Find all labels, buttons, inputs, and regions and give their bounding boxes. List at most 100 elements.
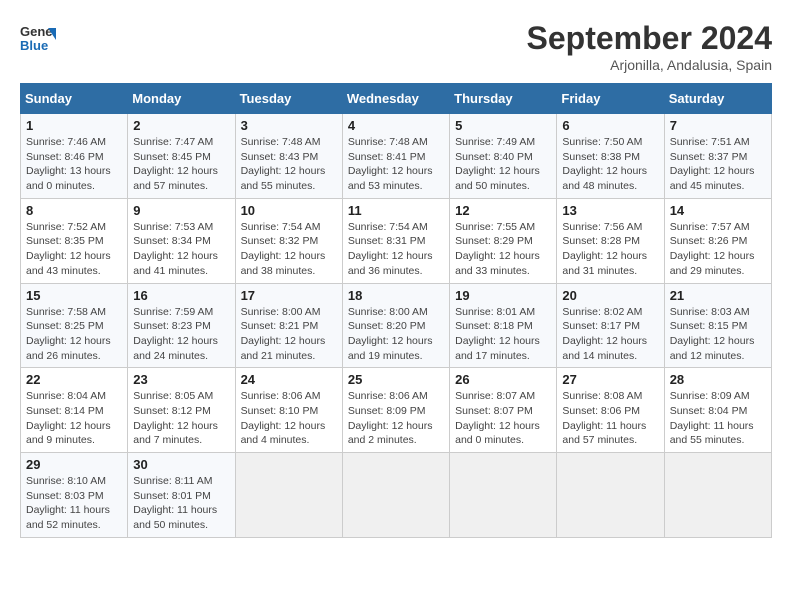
calendar-cell bbox=[235, 453, 342, 538]
calendar-cell: 24Sunrise: 8:06 AM Sunset: 8:10 PM Dayli… bbox=[235, 368, 342, 453]
calendar-cell: 2 Sunrise: 7:47 AM Sunset: 8:45 PM Daylig… bbox=[128, 114, 235, 199]
day-info: Sunrise: 7:53 AM Sunset: 8:34 PM Dayligh… bbox=[133, 220, 229, 279]
day-info: Sunrise: 7:47 AM Sunset: 8:45 PM Dayligh… bbox=[133, 135, 229, 194]
calendar-cell: 15 Sunrise: 7:58 AM Sunset: 8:25 PM Dayli… bbox=[21, 283, 128, 368]
day-number: 15 bbox=[26, 288, 122, 303]
day-info: Sunrise: 8:07 AM Sunset: 8:07 PM Dayligh… bbox=[455, 389, 551, 448]
calendar-cell: 9 Sunrise: 7:53 AM Sunset: 8:34 PM Daylig… bbox=[128, 198, 235, 283]
day-number: 4 bbox=[348, 118, 444, 133]
calendar-cell: 11Sunrise: 7:54 AM Sunset: 8:31 PM Dayli… bbox=[342, 198, 449, 283]
day-info: Sunrise: 7:59 AM Sunset: 8:23 PM Dayligh… bbox=[133, 305, 229, 364]
calendar-cell: 19 Sunrise: 8:01 AM Sunset: 8:18 PM Dayli… bbox=[450, 283, 557, 368]
calendar-cell bbox=[557, 453, 664, 538]
calendar-cell bbox=[342, 453, 449, 538]
day-number: 24 bbox=[241, 372, 337, 387]
title-section: September 2024 Arjonilla, Andalusia, Spa… bbox=[527, 20, 772, 73]
calendar-cell: 4 Sunrise: 7:48 AM Sunset: 8:41 PM Daylig… bbox=[342, 114, 449, 199]
day-number: 1 bbox=[26, 118, 122, 133]
day-info: Sunrise: 8:11 AM Sunset: 8:01 PM Dayligh… bbox=[133, 474, 229, 533]
calendar-cell: 14 Sunrise: 7:57 AM Sunset: 8:26 PM Dayli… bbox=[664, 198, 771, 283]
day-number: 3 bbox=[241, 118, 337, 133]
day-info: Sunrise: 8:01 AM Sunset: 8:18 PM Dayligh… bbox=[455, 305, 551, 364]
day-info: Sunrise: 7:48 AM Sunset: 8:43 PM Dayligh… bbox=[241, 135, 337, 194]
day-number: 26 bbox=[455, 372, 551, 387]
calendar-week-2: 8Sunrise: 7:52 AM Sunset: 8:35 PM Daylig… bbox=[21, 198, 772, 283]
day-info: Sunrise: 8:00 AM Sunset: 8:21 PM Dayligh… bbox=[241, 305, 337, 364]
calendar-cell: 3 Sunrise: 7:48 AM Sunset: 8:43 PM Daylig… bbox=[235, 114, 342, 199]
day-number: 23 bbox=[133, 372, 229, 387]
day-info: Sunrise: 8:02 AM Sunset: 8:17 PM Dayligh… bbox=[562, 305, 658, 364]
header: General Blue September 2024 Arjonilla, A… bbox=[20, 20, 772, 73]
calendar-cell: 26 Sunrise: 8:07 AM Sunset: 8:07 PM Dayli… bbox=[450, 368, 557, 453]
day-number: 18 bbox=[348, 288, 444, 303]
weekday-header-tuesday: Tuesday bbox=[235, 84, 342, 114]
day-number: 5 bbox=[455, 118, 551, 133]
day-info: Sunrise: 7:58 AM Sunset: 8:25 PM Dayligh… bbox=[26, 305, 122, 364]
day-number: 13 bbox=[562, 203, 658, 218]
day-number: 14 bbox=[670, 203, 766, 218]
day-info: Sunrise: 8:08 AM Sunset: 8:06 PM Dayligh… bbox=[562, 389, 658, 448]
calendar-table: SundayMondayTuesdayWednesdayThursdayFrid… bbox=[20, 83, 772, 538]
calendar-title: September 2024 bbox=[527, 20, 772, 57]
day-info: Sunrise: 7:52 AM Sunset: 8:35 PM Dayligh… bbox=[26, 220, 122, 279]
day-number: 17 bbox=[241, 288, 337, 303]
calendar-cell: 30 Sunrise: 8:11 AM Sunset: 8:01 PM Dayli… bbox=[128, 453, 235, 538]
day-info: Sunrise: 7:49 AM Sunset: 8:40 PM Dayligh… bbox=[455, 135, 551, 194]
calendar-subtitle: Arjonilla, Andalusia, Spain bbox=[527, 57, 772, 73]
weekday-header-thursday: Thursday bbox=[450, 84, 557, 114]
day-number: 30 bbox=[133, 457, 229, 472]
day-info: Sunrise: 8:10 AM Sunset: 8:03 PM Dayligh… bbox=[26, 474, 122, 533]
calendar-cell: 6 Sunrise: 7:50 AM Sunset: 8:38 PM Daylig… bbox=[557, 114, 664, 199]
weekday-header-sunday: Sunday bbox=[21, 84, 128, 114]
day-number: 29 bbox=[26, 457, 122, 472]
calendar-cell: 27 Sunrise: 8:08 AM Sunset: 8:06 PM Dayli… bbox=[557, 368, 664, 453]
day-number: 6 bbox=[562, 118, 658, 133]
day-number: 19 bbox=[455, 288, 551, 303]
day-info: Sunrise: 8:06 AM Sunset: 8:09 PM Dayligh… bbox=[348, 389, 444, 448]
calendar-cell: 23Sunrise: 8:05 AM Sunset: 8:12 PM Dayli… bbox=[128, 368, 235, 453]
calendar-cell: 10 Sunrise: 7:54 AM Sunset: 8:32 PM Dayli… bbox=[235, 198, 342, 283]
day-number: 2 bbox=[133, 118, 229, 133]
calendar-cell: 21Sunrise: 8:03 AM Sunset: 8:15 PM Dayli… bbox=[664, 283, 771, 368]
day-number: 27 bbox=[562, 372, 658, 387]
day-info: Sunrise: 7:54 AM Sunset: 8:32 PM Dayligh… bbox=[241, 220, 337, 279]
calendar-cell: 20Sunrise: 8:02 AM Sunset: 8:17 PM Dayli… bbox=[557, 283, 664, 368]
day-number: 28 bbox=[670, 372, 766, 387]
day-info: Sunrise: 7:55 AM Sunset: 8:29 PM Dayligh… bbox=[455, 220, 551, 279]
calendar-cell: 22Sunrise: 8:04 AM Sunset: 8:14 PM Dayli… bbox=[21, 368, 128, 453]
logo: General Blue bbox=[20, 20, 56, 56]
day-info: Sunrise: 8:09 AM Sunset: 8:04 PM Dayligh… bbox=[670, 389, 766, 448]
day-number: 9 bbox=[133, 203, 229, 218]
day-info: Sunrise: 7:48 AM Sunset: 8:41 PM Dayligh… bbox=[348, 135, 444, 194]
weekday-header-monday: Monday bbox=[128, 84, 235, 114]
calendar-week-5: 29 Sunrise: 8:10 AM Sunset: 8:03 PM Dayli… bbox=[21, 453, 772, 538]
calendar-week-3: 15 Sunrise: 7:58 AM Sunset: 8:25 PM Dayli… bbox=[21, 283, 772, 368]
calendar-week-1: 1Sunrise: 7:46 AM Sunset: 8:46 PM Daylig… bbox=[21, 114, 772, 199]
calendar-cell: 7Sunrise: 7:51 AM Sunset: 8:37 PM Daylig… bbox=[664, 114, 771, 199]
calendar-cell: 28 Sunrise: 8:09 AM Sunset: 8:04 PM Dayli… bbox=[664, 368, 771, 453]
weekday-header-wednesday: Wednesday bbox=[342, 84, 449, 114]
day-info: Sunrise: 7:51 AM Sunset: 8:37 PM Dayligh… bbox=[670, 135, 766, 194]
day-info: Sunrise: 7:50 AM Sunset: 8:38 PM Dayligh… bbox=[562, 135, 658, 194]
day-number: 22 bbox=[26, 372, 122, 387]
weekday-header-friday: Friday bbox=[557, 84, 664, 114]
calendar-cell: 29 Sunrise: 8:10 AM Sunset: 8:03 PM Dayli… bbox=[21, 453, 128, 538]
day-info: Sunrise: 8:00 AM Sunset: 8:20 PM Dayligh… bbox=[348, 305, 444, 364]
calendar-cell: 8Sunrise: 7:52 AM Sunset: 8:35 PM Daylig… bbox=[21, 198, 128, 283]
day-number: 12 bbox=[455, 203, 551, 218]
calendar-cell bbox=[450, 453, 557, 538]
calendar-cell bbox=[664, 453, 771, 538]
calendar-week-4: 22Sunrise: 8:04 AM Sunset: 8:14 PM Dayli… bbox=[21, 368, 772, 453]
weekday-header-saturday: Saturday bbox=[664, 84, 771, 114]
calendar-cell: 16Sunrise: 7:59 AM Sunset: 8:23 PM Dayli… bbox=[128, 283, 235, 368]
day-number: 10 bbox=[241, 203, 337, 218]
day-info: Sunrise: 7:54 AM Sunset: 8:31 PM Dayligh… bbox=[348, 220, 444, 279]
svg-text:Blue: Blue bbox=[20, 38, 48, 53]
calendar-cell: 17 Sunrise: 8:00 AM Sunset: 8:21 PM Dayli… bbox=[235, 283, 342, 368]
calendar-cell: 12 Sunrise: 7:55 AM Sunset: 8:29 PM Dayli… bbox=[450, 198, 557, 283]
calendar-cell: 25 Sunrise: 8:06 AM Sunset: 8:09 PM Dayli… bbox=[342, 368, 449, 453]
calendar-cell: 18 Sunrise: 8:00 AM Sunset: 8:20 PM Dayli… bbox=[342, 283, 449, 368]
day-info: Sunrise: 7:57 AM Sunset: 8:26 PM Dayligh… bbox=[670, 220, 766, 279]
day-number: 25 bbox=[348, 372, 444, 387]
day-info: Sunrise: 7:56 AM Sunset: 8:28 PM Dayligh… bbox=[562, 220, 658, 279]
